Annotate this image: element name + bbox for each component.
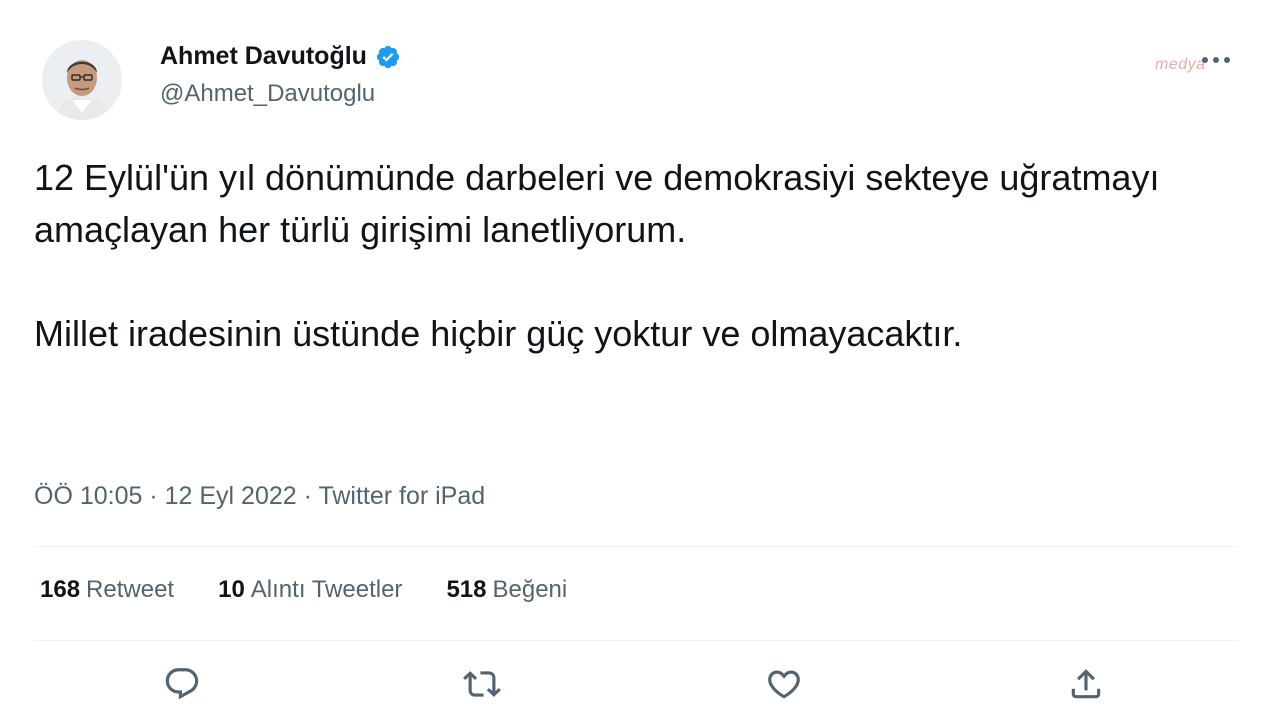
retweets-label: Retweet [86, 576, 175, 603]
likes-count: 518 [446, 576, 487, 603]
more-options-icon[interactable] [1196, 46, 1236, 74]
reply-icon [165, 668, 199, 700]
tweet-text: 12 Eylül'ün yıl dönümünde darbeleri ve d… [34, 152, 1214, 360]
avatar-image [42, 40, 122, 120]
likes-stat[interactable]: 518 Beğeni [446, 576, 567, 604]
likes-label: Beğeni [492, 576, 568, 603]
tweet-date[interactable]: 12 Eyl 2022 [165, 482, 297, 510]
retweets-stat[interactable]: 168 Retweet [40, 576, 174, 604]
tweet-paragraph-1: 12 Eylül'ün yıl dönümünde darbeleri ve d… [34, 157, 1160, 250]
verified-badge-icon [375, 44, 401, 70]
author-name-row: Ahmet Davutoğlu [160, 42, 401, 71]
reply-button[interactable] [160, 662, 204, 706]
tweet-stats: 168 Retweet 10 Alıntı Tweetler 518 Beğeni [40, 576, 567, 604]
tweet-paragraph-2: Millet iradesinin üstünde hiçbir güç yok… [34, 313, 963, 354]
quotes-label: Alıntı Tweetler [250, 576, 403, 603]
heart-icon [768, 670, 800, 699]
tweet-time[interactable]: ÖÖ 10:05 [34, 482, 142, 510]
like-button[interactable] [762, 662, 806, 706]
divider [34, 546, 1238, 547]
meta-separator: · [296, 482, 319, 510]
tweet-card: Ahmet Davutoğlu @Ahmet_Davutoglu medya 1… [0, 0, 1280, 720]
avatar[interactable] [42, 40, 122, 120]
retweet-button[interactable] [460, 662, 504, 706]
share-icon [1071, 669, 1101, 699]
tweet-actions [0, 662, 1280, 706]
quotes-stat[interactable]: 10 Alıntı Tweetler [218, 576, 402, 604]
meta-separator: · [142, 482, 165, 510]
retweet-icon [463, 671, 501, 697]
author-handle[interactable]: @Ahmet_Davutoglu [160, 80, 375, 108]
tweet-meta: ÖÖ 10:05 · 12 Eyl 2022 · Twitter for iPa… [34, 482, 485, 511]
share-button[interactable] [1064, 662, 1108, 706]
quotes-count: 10 [218, 576, 245, 603]
divider [34, 640, 1238, 641]
author-name[interactable]: Ahmet Davutoğlu [160, 42, 367, 71]
retweets-count: 168 [40, 576, 81, 603]
tweet-source[interactable]: Twitter for iPad [318, 482, 485, 510]
